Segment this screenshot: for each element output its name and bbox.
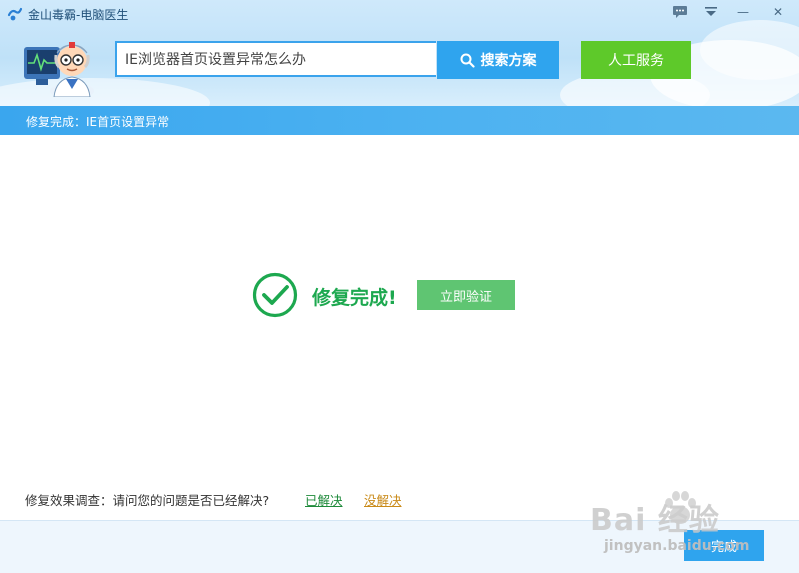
check-circle-icon	[252, 272, 298, 318]
minimize-button[interactable]: —	[734, 3, 752, 21]
paw-watermark-icon	[665, 491, 696, 524]
search-input[interactable]	[117, 43, 436, 75]
survey-question: 修复效果调查：请问您的问题是否已经解决?	[25, 493, 270, 508]
app-title: 金山毒霸-电脑医生	[28, 8, 129, 22]
dropdown-menu-icon[interactable]	[702, 3, 720, 21]
status-bar: 修复完成：IE首页设置异常	[0, 106, 799, 135]
chat-bubble-icon[interactable]	[671, 3, 689, 21]
header-banner: 金山毒霸-电脑医生 — ✕ 搜索方案 人工服务	[0, 0, 799, 106]
search-button-label: 搜索方案	[480, 53, 537, 69]
repair-complete-title: 修复完成!	[312, 287, 397, 309]
close-button[interactable]: ✕	[769, 3, 787, 21]
search-field[interactable]	[115, 41, 436, 77]
search-button[interactable]: 搜索方案	[437, 41, 559, 79]
solved-link[interactable]: 已解决	[305, 490, 343, 509]
doctor-avatar-icon	[24, 42, 94, 97]
verify-now-button[interactable]: 立即验证	[417, 280, 515, 310]
status-text: 修复完成：IE首页设置异常	[26, 115, 170, 129]
human-service-button[interactable]: 人工服务	[581, 41, 691, 79]
unsolved-link[interactable]: 没解决	[364, 490, 402, 509]
search-icon	[460, 53, 475, 68]
duba-logo-icon	[7, 7, 23, 21]
watermark-url: jingyan.baidu.com	[604, 538, 750, 554]
